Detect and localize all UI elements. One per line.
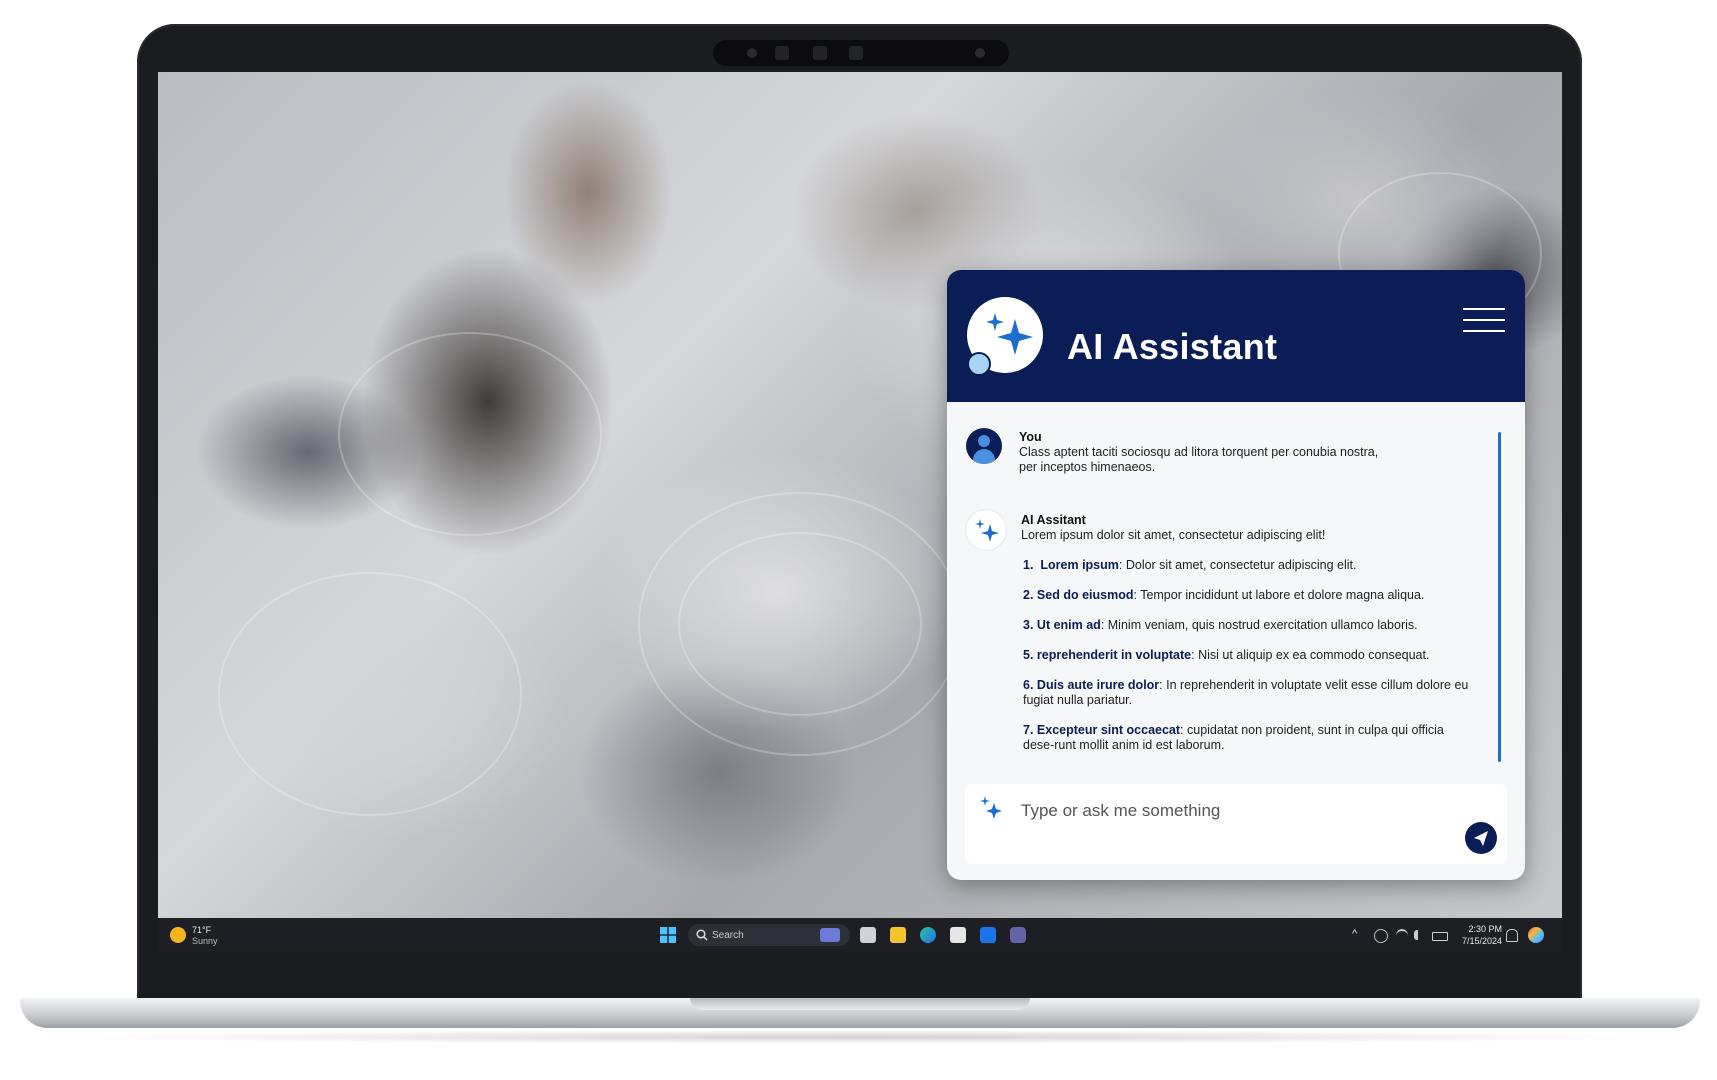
camera-lens-icon <box>849 46 863 60</box>
windows-taskbar: 71°F Sunny Search ^ 2:30 PM 7/15/2024 <box>158 918 1562 952</box>
list-item: 7. Excepteur sint occaecat: cupidatat no… <box>1023 723 1444 752</box>
store-icon[interactable] <box>950 927 966 943</box>
notification-bell-icon[interactable] <box>1506 929 1518 942</box>
chat-input[interactable] <box>1019 798 1453 824</box>
assistant-title: AI Assistant <box>1067 326 1278 367</box>
edge-browser-icon[interactable] <box>920 927 936 943</box>
chevron-up-icon[interactable]: ^ <box>1352 928 1357 940</box>
clock-time[interactable]: 2:30 PM <box>1456 924 1502 934</box>
battery-icon[interactable] <box>1432 932 1448 941</box>
list-item: 1. Lorem ipsum: Dolor sit amet, consecte… <box>1023 558 1357 572</box>
list-item: 6. Duis aute irure dolor: In reprehender… <box>1023 678 1469 707</box>
user-avatar-icon <box>966 428 1002 464</box>
network-icon[interactable] <box>1374 929 1388 943</box>
list-item: 2. Sed do eiusmod: Tempor incididunt ut … <box>1023 588 1425 602</box>
task-view-icon[interactable] <box>860 927 876 943</box>
weather-temp: 71°F <box>192 925 212 935</box>
assistant-header: AI Assistant <box>947 270 1525 402</box>
assistant-name: AI Assitant <box>1021 513 1086 527</box>
send-icon[interactable] <box>1465 822 1497 854</box>
desktop-screen: AI Assistant You Class aptent taciti soc… <box>158 72 1562 952</box>
camera-sensor-icon <box>775 46 789 60</box>
chat-scrollbar[interactable] <box>1498 432 1501 762</box>
assistant-intro: Lorem ipsum dolor sit amet, consectetur … <box>1021 528 1326 542</box>
volume-icon[interactable] <box>1414 930 1428 940</box>
sun-weather-icon[interactable] <box>170 927 186 943</box>
user-name: You <box>1019 430 1042 444</box>
outlook-icon[interactable] <box>980 927 996 943</box>
taskbar-search[interactable]: Search <box>688 924 850 946</box>
teams-icon[interactable] <box>1010 927 1026 943</box>
file-explorer-icon[interactable] <box>890 927 906 943</box>
search-highlight-icon <box>820 928 840 942</box>
laptop-shadow <box>60 1030 1660 1044</box>
ai-avatar-icon <box>966 510 1006 550</box>
chat-input-box[interactable] <box>965 784 1507 864</box>
weather-desc: Sunny <box>192 936 218 946</box>
list-item: 3. Ut enim ad: Minim veniam, quis nostru… <box>1023 618 1418 632</box>
camera-light-icon <box>975 48 985 58</box>
webcam-bar <box>713 40 1009 66</box>
status-dot-icon <box>967 352 991 376</box>
copilot-icon[interactable] <box>1528 927 1544 943</box>
camera-sensor-icon <box>747 48 757 58</box>
hamburger-menu-icon[interactable] <box>1463 308 1505 334</box>
camera-sensor-icon <box>813 46 827 60</box>
ai-assistant-panel: AI Assistant You Class aptent taciti soc… <box>947 270 1525 880</box>
windows-start-icon[interactable] <box>660 927 676 943</box>
sparkle-icon <box>980 796 1002 819</box>
wifi-icon[interactable] <box>1396 929 1408 943</box>
search-label: Search <box>712 930 744 941</box>
laptop-lid-notch <box>690 998 1030 1010</box>
list-item: 5. reprehenderit in voluptate: Nisi ut a… <box>1023 648 1430 662</box>
search-icon <box>696 929 708 941</box>
user-message: Class aptent taciti sociosqu ad litora t… <box>1019 445 1379 474</box>
clock-date[interactable]: 7/15/2024 <box>1456 936 1502 946</box>
